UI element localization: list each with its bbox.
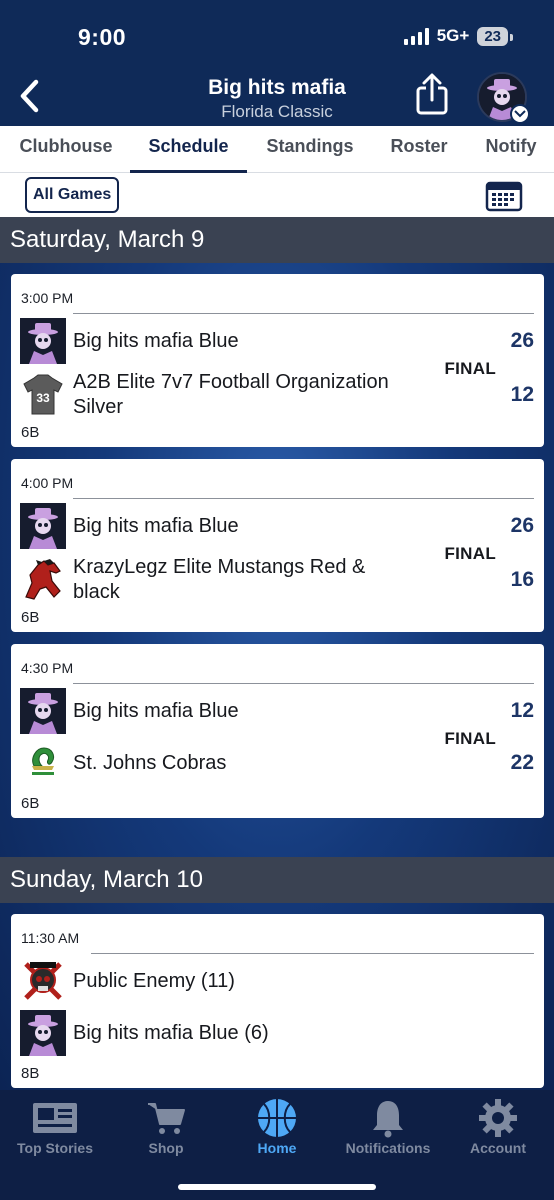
tab-standings[interactable]: Standings bbox=[258, 126, 362, 173]
account-menu-badge[interactable] bbox=[510, 104, 530, 124]
away-score: 12 bbox=[510, 383, 534, 406]
chevron-down-icon bbox=[514, 110, 526, 118]
app-header: 9:00 5G+ 23 Big hits mafia Florida Class… bbox=[0, 0, 554, 126]
nav-shop[interactable]: Shop bbox=[111, 1098, 221, 1156]
all-games-filter[interactable]: All Games bbox=[25, 177, 120, 213]
nav-label: Top Stories bbox=[17, 1140, 93, 1156]
home-indicator bbox=[178, 1184, 376, 1190]
game-card[interactable]: 3:00 PM Big hits mafia Blue 26 FINAL 33 … bbox=[11, 274, 544, 447]
nav-label: Account bbox=[470, 1140, 526, 1156]
gear-icon bbox=[479, 1099, 517, 1137]
nav-label: Shop bbox=[148, 1140, 184, 1156]
nav-top-stories[interactable]: Top Stories bbox=[0, 1098, 110, 1156]
field-label: 6B bbox=[21, 795, 40, 812]
home-score: 26 bbox=[510, 329, 534, 352]
game-card[interactable]: 4:00 PM Big hits mafia Blue 26 FINAL Kra… bbox=[11, 459, 544, 632]
nav-label: Home bbox=[257, 1140, 297, 1156]
team-name: Big hits mafia Blue bbox=[73, 329, 239, 352]
game-time: 3:00 PM bbox=[21, 290, 74, 306]
tab-clubhouse[interactable]: Clubhouse bbox=[10, 126, 122, 173]
nav-account[interactable]: Account bbox=[443, 1098, 553, 1156]
status-indicators: 5G+ 23 bbox=[403, 26, 513, 46]
game-card[interactable]: 4:30 PM Big hits mafia Blue 12 FINAL St.… bbox=[11, 644, 544, 818]
share-icon bbox=[416, 73, 448, 115]
schedule-list[interactable]: Saturday, March 9 3:00 PM Big hits mafia… bbox=[0, 217, 554, 1090]
chevron-left-icon bbox=[20, 79, 39, 113]
tab-bar: Clubhouse Schedule Standings Roster Noti… bbox=[0, 126, 554, 173]
back-button[interactable] bbox=[14, 76, 44, 116]
title-block: Big hits mafia Florida Classic bbox=[150, 76, 404, 122]
cobra-icon bbox=[19, 740, 67, 786]
divider bbox=[73, 683, 534, 684]
signal-icon bbox=[403, 27, 429, 45]
day-header: Sunday, March 10 bbox=[0, 857, 554, 903]
team-row-away: 33 A2B Elite 7v7 Football Organization S… bbox=[19, 370, 534, 420]
divider bbox=[91, 953, 534, 954]
field-label: 6B bbox=[21, 424, 40, 441]
basketball-icon bbox=[258, 1099, 296, 1137]
game-card[interactable]: 11:30 AM Public Enemy (11) Big hits mafi… bbox=[11, 914, 544, 1088]
mafia-logo-icon bbox=[19, 318, 67, 364]
mafia-logo-icon bbox=[19, 688, 67, 734]
tab-schedule[interactable]: Schedule bbox=[130, 126, 247, 173]
cart-icon bbox=[148, 1103, 185, 1134]
nav-label: Notifications bbox=[345, 1140, 431, 1156]
team-name: St. Johns Cobras bbox=[73, 751, 227, 774]
nav-home[interactable]: Home bbox=[222, 1098, 332, 1156]
home-score: 26 bbox=[510, 514, 534, 537]
share-button[interactable] bbox=[412, 72, 452, 116]
team-name: KrazyLegz Elite Mustangs Red & black bbox=[73, 556, 366, 603]
team-name: A2B Elite 7v7 Football Organization Silv… bbox=[73, 371, 389, 418]
tab-roster[interactable]: Roster bbox=[382, 126, 456, 173]
skull-logo-icon bbox=[19, 958, 67, 1004]
team-row-away: St. Johns Cobras 22 bbox=[19, 740, 534, 786]
away-score: 22 bbox=[510, 751, 534, 774]
divider bbox=[73, 498, 534, 499]
game-time: 4:00 PM bbox=[21, 475, 74, 491]
status-time: 9:00 bbox=[78, 24, 127, 50]
field-label: 8B bbox=[21, 1065, 40, 1082]
calendar-button[interactable] bbox=[485, 180, 523, 212]
mafia-logo-icon bbox=[19, 503, 67, 549]
tab-notify[interactable]: Notify bbox=[476, 126, 546, 173]
team-name: Public Enemy (11) bbox=[73, 969, 235, 992]
mafia-logo-icon bbox=[19, 1010, 67, 1056]
game-time: 11:30 AM bbox=[21, 930, 80, 946]
calendar-icon bbox=[485, 181, 523, 212]
team-name: Big hits mafia Blue bbox=[73, 699, 239, 722]
team-name: Big hits mafia Blue (6) bbox=[73, 1021, 269, 1044]
newspaper-icon bbox=[33, 1103, 77, 1133]
home-score: 12 bbox=[510, 699, 534, 722]
away-score: 16 bbox=[510, 568, 534, 591]
network-label: 5G+ bbox=[436, 26, 470, 45]
team-name: Big hits mafia Blue bbox=[73, 514, 239, 537]
divider bbox=[73, 313, 534, 314]
team-row-away: Big hits mafia Blue (6) bbox=[19, 1010, 534, 1056]
mustang-icon bbox=[19, 557, 67, 603]
jersey-icon: 33 bbox=[19, 372, 67, 418]
page-subtitle: Florida Classic bbox=[221, 102, 333, 121]
team-row-home: Big hits mafia Blue 12 bbox=[19, 688, 534, 734]
nav-notifications[interactable]: Notifications bbox=[333, 1098, 443, 1156]
team-row-home: Big hits mafia Blue 26 bbox=[19, 318, 534, 364]
filter-bar: All Games bbox=[0, 173, 554, 217]
page-title: Big hits mafia bbox=[208, 76, 346, 99]
team-row-home: Big hits mafia Blue 26 bbox=[19, 503, 534, 549]
day-header: Saturday, March 9 bbox=[0, 217, 554, 263]
game-time: 4:30 PM bbox=[21, 660, 74, 676]
jersey-number: 33 bbox=[36, 391, 50, 405]
battery-icon: 23 bbox=[477, 26, 513, 46]
team-row-home: Public Enemy (11) bbox=[19, 958, 534, 1004]
team-row-away: KrazyLegz Elite Mustangs Red & black 16 bbox=[19, 555, 534, 605]
field-label: 6B bbox=[21, 609, 40, 626]
bell-icon bbox=[373, 1101, 403, 1138]
